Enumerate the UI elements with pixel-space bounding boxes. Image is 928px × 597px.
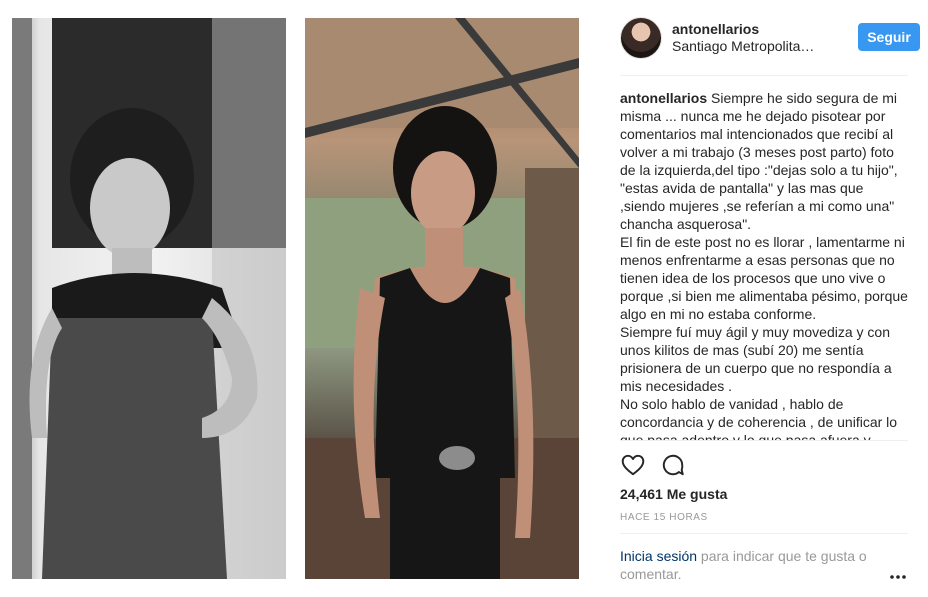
post-actions [620, 452, 720, 478]
divider [620, 75, 908, 76]
divider [620, 440, 908, 441]
login-prompt: Inicia sesión para indicar que te gusta … [620, 547, 890, 583]
post-header: antonellarios Santiago Metropolitan Regi… [620, 17, 920, 61]
caption-text: Siempre he sido segura de mi misma ... n… [620, 90, 908, 441]
post-sidebar: antonellarios Santiago Metropolitan Regi… [607, 0, 928, 597]
avatar[interactable] [620, 17, 662, 59]
post-timestamp[interactable]: HACE 15 HORAS [620, 512, 708, 523]
like-count[interactable]: 24,461 Me gusta [620, 486, 727, 502]
comment-icon[interactable] [660, 452, 686, 478]
login-link[interactable]: Inicia sesión [620, 548, 697, 564]
post-caption: antonellarios Siempre he sido segura de … [620, 89, 908, 441]
follow-button[interactable]: Seguir [858, 23, 920, 51]
more-options-icon[interactable] [889, 568, 907, 579]
after-photo [305, 18, 579, 579]
caption-username[interactable]: antonellarios [620, 90, 707, 106]
post-media [0, 0, 598, 597]
heart-icon[interactable] [620, 452, 646, 478]
location-link[interactable]: Santiago Metropolitan Region [672, 38, 822, 54]
username-link[interactable]: antonellarios [672, 21, 759, 37]
before-photo [12, 18, 286, 579]
divider [620, 533, 908, 534]
